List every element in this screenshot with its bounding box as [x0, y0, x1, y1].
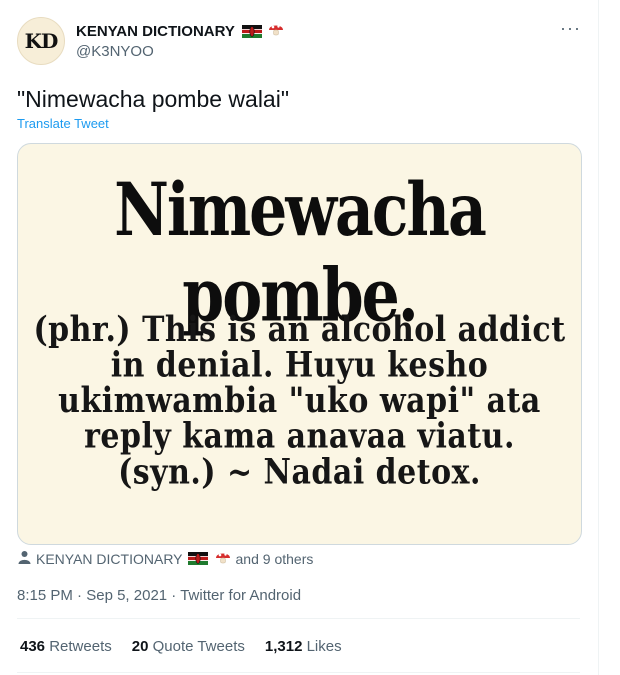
quote-tweets-stat[interactable]: 20 Quote Tweets [132, 638, 245, 655]
tagged-user-name[interactable]: KENYAN DICTIONARY [36, 551, 183, 567]
mushroom-icon [268, 21, 284, 42]
tweet-date[interactable]: Sep 5, 2021 [86, 587, 167, 604]
tagged-users[interactable]: KENYAN DICTIONARY and 9 others [18, 549, 313, 568]
person-icon [18, 550, 31, 567]
separator: · [167, 587, 181, 604]
kenya-flag-icon [241, 25, 262, 38]
display-name[interactable]: KENYAN DICTIONARY [76, 23, 235, 40]
separator: · [72, 587, 87, 604]
divider [17, 672, 580, 673]
definition-line: reply kama anavaa viatu. [84, 416, 515, 457]
tweet-text: "Nimewacha pombe walai" [17, 86, 290, 112]
tweet-timestamp: 8:15 PM · Sep 5, 2021 · Twitter for Andr… [17, 587, 301, 604]
tweet-time[interactable]: 8:15 PM [17, 587, 73, 604]
definition-line: (syn.) ~ Nadai detox. [118, 452, 481, 493]
quote-tweets-label: Quote Tweets [152, 638, 245, 655]
translate-tweet-link[interactable]: Translate Tweet [17, 116, 109, 131]
tweet-image[interactable]: Nimewacha pombe. (phr.) This is an alcoh… [17, 143, 582, 545]
likes-stat[interactable]: 1,312 Likes [265, 638, 342, 655]
tweet-stats: 436 Retweets 20 Quote Tweets 1,312 Likes [20, 638, 342, 655]
definition-line: in denial. Huyu kesho [110, 345, 489, 386]
display-name-row[interactable]: KENYAN DICTIONARY [76, 21, 284, 42]
definition-line: (phr.) This is an alcohol addict [33, 309, 566, 350]
tagged-others[interactable]: and 9 others [236, 551, 314, 567]
retweets-stat[interactable]: 436 Retweets [20, 638, 112, 655]
likes-count: 1,312 [264, 638, 303, 655]
definition-line: ukimwambia "uko wapi" ata [58, 381, 541, 422]
likes-label: Likes [306, 638, 342, 655]
retweets-count: 436 [20, 638, 46, 655]
mushroom-icon [215, 549, 231, 568]
quote-tweets-count: 20 [131, 638, 149, 655]
tweet-detail: KD KENYAN DICTIONARY @K3NYOO ··· "Nimewa… [0, 0, 599, 675]
tweet-source[interactable]: Twitter for Android [180, 587, 301, 604]
avatar[interactable]: KD [17, 17, 65, 65]
image-definition: (phr.) This is an alcohol addict in deni… [18, 312, 581, 490]
username-handle[interactable]: @K3NYOO [76, 43, 154, 60]
more-icon[interactable]: ··· [560, 18, 581, 39]
retweets-label: Retweets [49, 638, 112, 655]
kenya-flag-icon [187, 552, 208, 565]
divider [17, 618, 580, 619]
